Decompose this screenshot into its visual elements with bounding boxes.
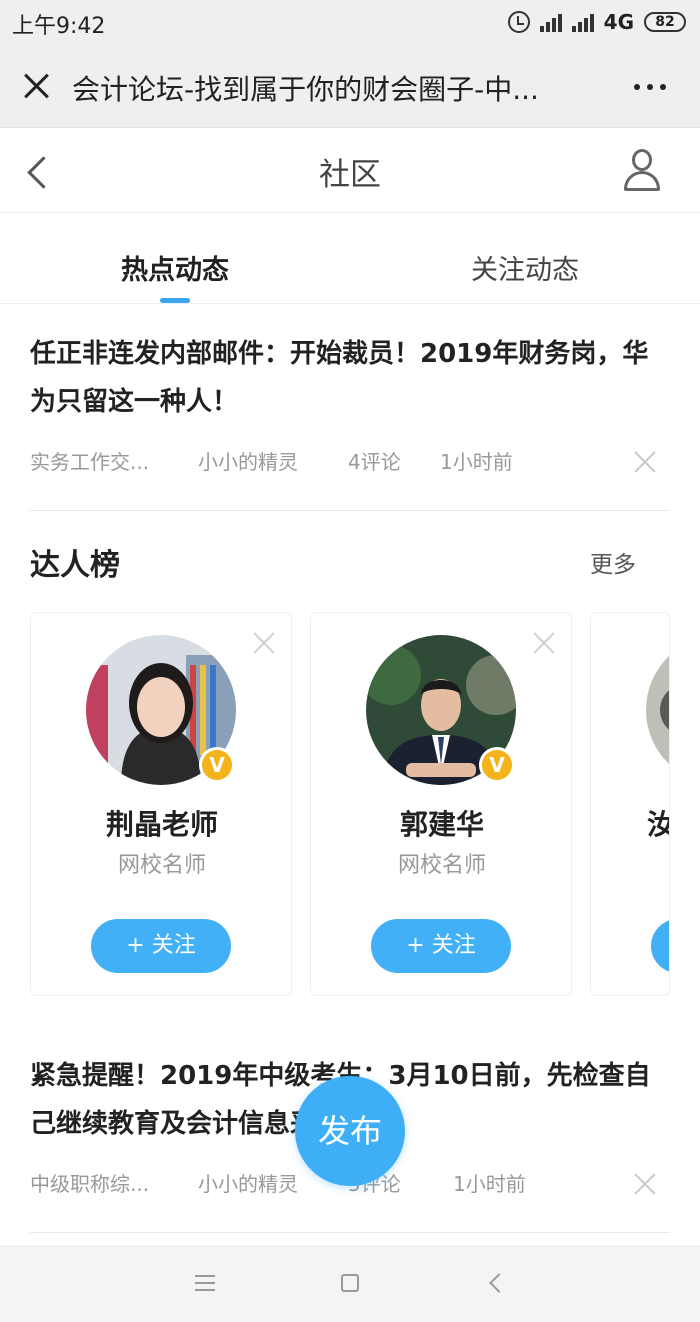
expert-name[interactable]: 郭建华: [311, 803, 571, 843]
webview-title-bar: 会计论坛-找到属于你的财会圈子-中...: [0, 44, 700, 128]
expert-role: 网校名师: [117, 853, 206, 878]
tab-hot[interactable]: 热点动态: [75, 248, 275, 287]
webview-title: 会计论坛-找到属于你的财会圈子-中...: [72, 73, 539, 106]
page-title: 社区: [319, 157, 381, 193]
signal-icon-2: [571, 12, 594, 32]
article-meta: 实务工作交... 小小的精灵 4评论 1小时前: [30, 446, 670, 510]
article-category[interactable]: 中级职称综...: [30, 1168, 149, 1197]
expert-name[interactable]: 荆晶老师: [31, 803, 291, 843]
network-type: 4G: [603, 10, 634, 34]
follow-button[interactable]: + 关注: [371, 919, 511, 973]
dismiss-icon[interactable]: [634, 450, 656, 472]
experts-more-link[interactable]: 更多: [590, 545, 636, 579]
menu-icon[interactable]: [195, 1275, 215, 1291]
tab-indicator: [160, 298, 190, 303]
app-nav-bar: 社区: [0, 129, 700, 213]
expert-card-partial[interactable]: 汝: [590, 612, 670, 996]
close-icon[interactable]: [20, 70, 52, 102]
verified-badge: V: [479, 747, 515, 783]
follow-button[interactable]: + 关注: [91, 919, 231, 973]
expert-role: 网校名师: [397, 853, 486, 878]
home-icon[interactable]: [341, 1274, 359, 1292]
alarm-icon: [507, 11, 530, 33]
dismiss-icon[interactable]: [634, 1172, 656, 1194]
more-icon[interactable]: [630, 70, 670, 102]
follow-button[interactable]: [651, 919, 669, 973]
publish-button[interactable]: 发布: [295, 1076, 405, 1186]
battery-icon: 82: [644, 12, 686, 32]
verified-badge: V: [199, 747, 235, 783]
close-icon[interactable]: [253, 631, 275, 653]
experts-title: 达人榜: [30, 548, 120, 583]
article-time: 1小时前: [453, 1172, 526, 1196]
system-nav-bar: [0, 1246, 700, 1322]
article-title[interactable]: 任正非连发内部邮件：开始裁员！2019年财务岗，华为只留这一种人！: [30, 330, 670, 426]
tab-following[interactable]: 关注动态: [425, 248, 625, 287]
status-bar: 上午9:42 4G 82: [0, 0, 700, 44]
article-comments: 4评论: [348, 450, 401, 474]
close-icon[interactable]: [533, 631, 555, 653]
expert-card[interactable]: V 郭建华 网校名师 + 关注: [310, 612, 572, 996]
expert-name[interactable]: 汝: [591, 803, 669, 843]
article-item[interactable]: 任正非连发内部邮件：开始裁员！2019年财务岗，华为只留这一种人！ 实务工作交.…: [30, 330, 670, 511]
status-time: 上午9:42: [12, 14, 106, 39]
avatar[interactable]: [646, 635, 669, 785]
system-back-icon[interactable]: [489, 1273, 509, 1293]
expert-card[interactable]: V 荆晶老师 网校名师 + 关注: [30, 612, 292, 996]
signal-icon: [539, 12, 562, 32]
article-category[interactable]: 实务工作交...: [30, 446, 149, 475]
article-time: 1小时前: [440, 450, 513, 474]
feed-tabs: 热点动态 关注动态: [0, 214, 700, 304]
article-author[interactable]: 小小的精灵: [198, 1168, 298, 1197]
user-icon[interactable]: [622, 149, 662, 193]
status-icons: 4G 82: [507, 8, 686, 36]
article-author[interactable]: 小小的精灵: [198, 446, 298, 475]
